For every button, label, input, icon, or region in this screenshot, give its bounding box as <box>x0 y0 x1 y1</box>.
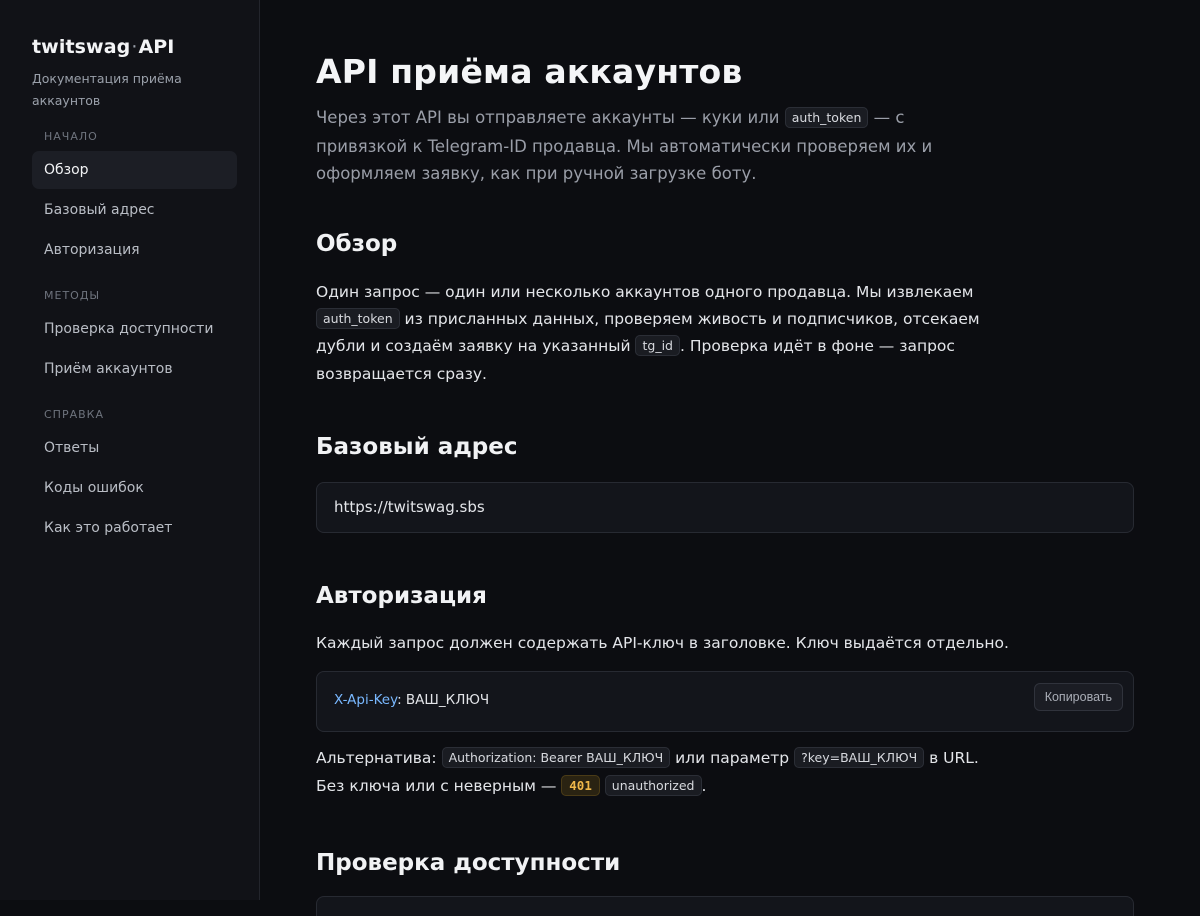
sidebar-item-auth[interactable]: Авторизация <box>32 231 237 269</box>
availability-codeblock[interactable] <box>316 896 1134 916</box>
section-heading-overview: Обзор <box>316 231 398 257</box>
page-title: API приёма аккаунтов <box>316 52 743 91</box>
sidebar-item-availability[interactable]: Проверка доступности <box>32 310 237 348</box>
main-content: API приёма аккаунтов Через этот API вы о… <box>316 0 1134 916</box>
nav-section-title: МЕТОДЫ <box>44 289 101 302</box>
sidebar-item-base-url[interactable]: Базовый адрес <box>32 191 237 229</box>
auth-header-line: X-Api-Key: ВАШ_КЛЮЧ <box>334 692 489 708</box>
section-heading-availability: Проверка доступности <box>316 850 621 876</box>
nav-list-start: Обзор Базовый адрес Авторизация <box>32 151 237 269</box>
brand-name: twitswag <box>32 36 131 58</box>
sidebar-item-responses[interactable]: Ответы <box>32 429 237 467</box>
brand-suffix: API <box>138 36 175 58</box>
auth-header-codeblock[interactable]: X-Api-Key: ВАШ_КЛЮЧ Копировать <box>316 671 1134 732</box>
auth-text: Каждый запрос должен содержать API-ключ … <box>316 634 1009 652</box>
alt-text: Альтернатива: <box>316 749 442 767</box>
section-heading-auth: Авторизация <box>316 583 487 609</box>
header-key: X-Api-Key <box>334 692 398 708</box>
header-value: ВАШ_КЛЮЧ <box>405 692 490 708</box>
auth-alternative: Альтернатива: Authorization: Bearer ВАШ_… <box>316 745 1006 800</box>
overview-text: Один запрос — один или несколько аккаунт… <box>316 279 996 387</box>
section-heading-base-url: Базовый адрес <box>316 434 518 460</box>
inline-code: Authorization: Bearer ВАШ_КЛЮЧ <box>441 747 671 768</box>
brand-dot: · <box>131 36 138 58</box>
overview-text-part: Один запрос — один или несколько аккаунт… <box>316 283 974 301</box>
brand-subtitle: Документация приёма аккаунтов <box>32 71 182 108</box>
inline-code: auth_token <box>316 307 400 329</box>
lead-text: Через этот API вы отправляете аккаунты —… <box>316 108 785 127</box>
nav-list-reference: Ответы Коды ошибок Как это работает <box>32 429 237 547</box>
sidebar-item-accounts[interactable]: Приём аккаунтов <box>32 350 237 388</box>
nav-section-title: НАЧАЛО <box>44 130 98 143</box>
sidebar-item-error-codes[interactable]: Коды ошибок <box>32 469 237 507</box>
nav-section-title: СПРАВКА <box>44 408 104 421</box>
status-badge: 401 <box>561 774 600 796</box>
sidebar-item-how-it-works[interactable]: Как это работает <box>32 509 237 547</box>
base-url-codeblock[interactable]: https://twitswag.sbs <box>316 482 1134 533</box>
sidebar-item-overview[interactable]: Обзор <box>32 151 237 189</box>
alt-text: . <box>701 776 707 795</box>
header-separator: : <box>397 692 406 708</box>
inline-code: unauthorized <box>604 774 702 796</box>
inline-code: auth_token <box>784 107 869 128</box>
inline-code: tg_id <box>635 335 680 356</box>
inline-code: ?key=ВАШ_КЛЮЧ <box>794 747 925 768</box>
sidebar: twitswag · API Документация приёма аккаунт… <box>0 0 260 900</box>
copy-button[interactable]: Копировать <box>1033 683 1123 711</box>
alt-text: или параметр <box>670 749 795 767</box>
base-url-value: https://twitswag.sbs <box>334 498 485 516</box>
brand-logo[interactable]: twitswag · API <box>32 34 237 60</box>
page-lead: Через этот API вы отправляете аккаунты —… <box>316 104 986 188</box>
nav-list-methods: Проверка доступности Приём аккаунтов <box>32 310 237 388</box>
